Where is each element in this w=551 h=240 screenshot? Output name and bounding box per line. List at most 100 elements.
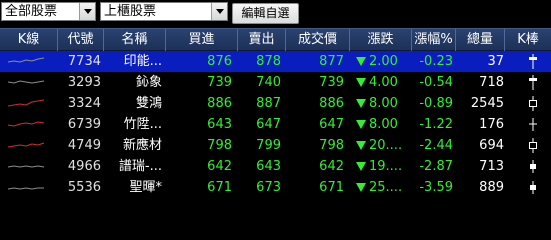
kbar-cell <box>505 114 551 135</box>
kline-sparkline <box>0 114 58 135</box>
total-volume: 718 <box>479 75 504 90</box>
stock-code: 3293 <box>67 75 101 90</box>
ask-price: 799 <box>256 138 281 153</box>
stock-name: 雙鴻 <box>135 96 162 111</box>
candlestick-icon <box>529 138 537 153</box>
column-header-percent[interactable]: 漲幅% <box>412 29 456 64</box>
down-arrow-icon <box>356 141 366 150</box>
stock-name: 聖暉* <box>129 180 162 195</box>
total-volume: 694 <box>479 138 504 153</box>
bid-price: 642 <box>207 159 232 174</box>
column-header-kbar[interactable]: K棒 <box>505 29 551 51</box>
down-arrow-icon <box>356 57 366 66</box>
last-price: 798 <box>319 138 344 153</box>
stock-code: 5536 <box>67 180 101 195</box>
total-volume: 713 <box>479 159 504 174</box>
total-volume: 2545 <box>470 96 504 111</box>
quote-table-header: K線 代號 名稱 買進 賣出 成交價 漲跌 漲幅% 總量 K棒 <box>0 28 551 64</box>
market-select[interactable]: 上櫃股票 <box>100 2 228 21</box>
kline-sparkline <box>0 51 58 72</box>
change-percent: -0.23 <box>419 54 453 69</box>
bid-price: 671 <box>207 180 232 195</box>
sparkline-icon <box>8 142 45 148</box>
column-header-ask[interactable]: 賣出 <box>238 29 286 51</box>
candlestick-icon <box>530 181 536 194</box>
table-row[interactable]: 5536 聖暉* 671 673 671 25.... -3.59 889 <box>0 177 551 198</box>
bid-price: 739 <box>207 75 232 90</box>
stock-name: 竹陞... <box>123 117 162 132</box>
down-arrow-icon <box>356 120 366 129</box>
edit-watchlist-button[interactable]: 編輯自選 <box>232 3 299 24</box>
change-percent: -0.89 <box>419 96 453 111</box>
change-percent: -2.87 <box>419 159 453 174</box>
stock-code: 7734 <box>67 54 101 69</box>
group-select-value: 全部股票 <box>5 4 58 19</box>
down-arrow-icon <box>356 183 366 192</box>
kline-sparkline <box>0 177 58 198</box>
table-row[interactable]: 4966 譜瑞-... 642 643 642 19.... -2.87 713 <box>0 156 551 177</box>
column-header-change[interactable]: 漲跌 <box>350 29 412 51</box>
kline-sparkline <box>0 135 58 156</box>
bid-price: 643 <box>207 117 232 132</box>
ask-price: 740 <box>256 75 281 90</box>
total-volume: 37 <box>487 54 504 69</box>
candlestick-icon <box>529 96 537 111</box>
down-arrow-icon <box>356 99 366 108</box>
down-arrow-icon <box>356 78 366 87</box>
change-percent: -0.54 <box>419 75 453 90</box>
stock-code: 6739 <box>67 117 101 132</box>
column-header-percent-label: 漲幅% <box>414 32 453 47</box>
stock-code: 4749 <box>67 138 101 153</box>
table-row[interactable]: 3293 鈊象 739 740 739 4.00 -0.54 718 <box>0 72 551 93</box>
column-header-code[interactable]: 代號 <box>58 29 104 51</box>
kbar-cell <box>505 93 551 114</box>
table-row[interactable]: 4749 新應材 798 799 798 20.... -2.44 694 <box>0 135 551 156</box>
column-header-name[interactable]: 名稱 <box>104 29 166 51</box>
last-price: 647 <box>319 117 344 132</box>
table-row[interactable]: 3324 雙鴻 886 887 886 8.00 -0.89 2545 <box>0 93 551 114</box>
candlestick-icon <box>529 54 537 69</box>
kbar-cell <box>505 177 551 198</box>
ask-price: 887 <box>256 96 281 111</box>
stock-name: 新應材 <box>122 138 162 153</box>
ask-price: 643 <box>256 159 281 174</box>
kbar-cell <box>505 72 551 93</box>
stock-code: 3324 <box>67 96 101 111</box>
ask-price: 673 <box>256 180 281 195</box>
table-row[interactable]: 7734 印能... 876 878 877 2.00 -0.23 37 <box>0 51 551 72</box>
group-select[interactable]: 全部股票 <box>1 2 96 21</box>
column-header-bid[interactable]: 買進 <box>166 29 238 51</box>
sparkline-icon <box>8 57 45 63</box>
bid-price: 886 <box>207 96 232 111</box>
ask-price: 647 <box>256 117 281 132</box>
down-arrow-icon <box>356 162 366 171</box>
chevron-down-icon[interactable] <box>79 3 95 20</box>
column-header-kline[interactable]: K線 <box>0 29 58 51</box>
toolbar: 全部股票 上櫃股票 編輯自選 <box>0 0 551 27</box>
sparkline-icon <box>8 187 44 190</box>
last-price: 671 <box>319 180 344 195</box>
kline-sparkline <box>0 156 58 177</box>
market-select-value: 上櫃股票 <box>104 4 157 19</box>
kbar-cell <box>505 135 551 156</box>
column-header-price[interactable]: 成交價 <box>286 29 350 51</box>
kbar-cell <box>505 156 551 177</box>
total-volume: 889 <box>479 180 504 195</box>
change-percent: -1.22 <box>419 117 453 132</box>
sparkline-icon <box>8 165 45 168</box>
change-percent: -3.59 <box>419 180 453 195</box>
kline-sparkline <box>0 93 58 114</box>
change-percent: -2.44 <box>419 138 453 153</box>
chevron-down-icon[interactable] <box>211 3 227 20</box>
kline-sparkline <box>0 72 58 93</box>
table-row[interactable]: 6739 竹陞... 643 647 647 8.00 -1.22 176 <box>0 114 551 135</box>
column-header-volume[interactable]: 總量 <box>456 29 505 51</box>
kbar-cell <box>505 51 551 72</box>
last-price: 886 <box>319 96 344 111</box>
sparkline-icon <box>8 99 45 107</box>
sparkline-icon <box>8 80 45 84</box>
candlestick-icon <box>529 75 537 90</box>
stock-quote-window: 全部股票 上櫃股票 編輯自選 K線 代號 名稱 買進 賣出 成交價 漲跌 漲幅%… <box>0 0 551 202</box>
sparkline-icon <box>8 121 45 127</box>
quote-table-body: 7734 印能... 876 878 877 2.00 -0.23 37 3293 鈊象 739 74… <box>0 51 551 198</box>
